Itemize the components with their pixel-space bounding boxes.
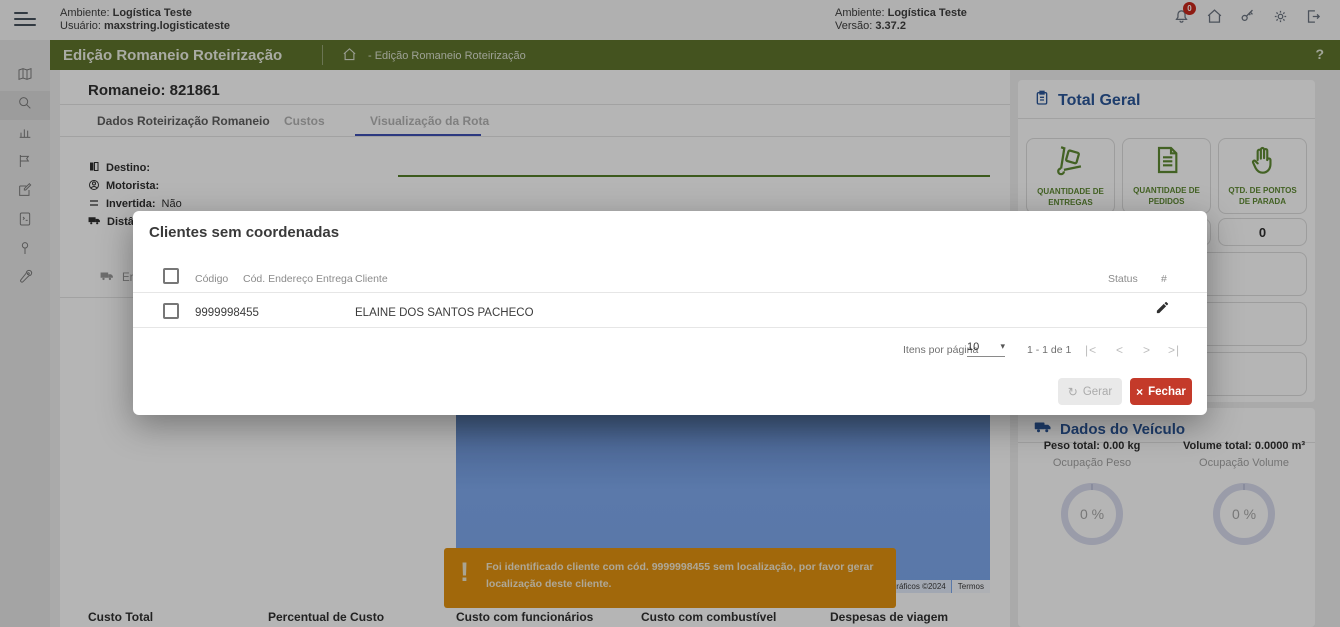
row-checkbox[interactable] [163, 303, 179, 319]
next-page-icon[interactable]: > [1143, 343, 1151, 357]
fechar-button[interactable]: × Fechar [1130, 378, 1192, 405]
gerar-label: Gerar [1082, 385, 1113, 398]
clientes-sem-coordenadas-modal: Clientes sem coordenadas Código Cód. End… [133, 211, 1207, 415]
cell-cliente: ELAINE DOS SANTOS PACHECO [355, 307, 534, 319]
cell-codigo: 9999998455 [195, 307, 259, 319]
column-status: Status [1108, 273, 1138, 285]
first-page-icon[interactable]: |< [1085, 343, 1097, 357]
fechar-label: Fechar [1148, 385, 1186, 398]
select-all-checkbox[interactable] [163, 268, 179, 284]
pagination-bar: Itens por página 10 ▾ 1 - 1 de 1 |< < > … [133, 338, 1207, 362]
close-icon: × [1136, 384, 1144, 399]
edit-pencil-icon[interactable] [1155, 300, 1170, 320]
last-page-icon[interactable]: >| [1168, 343, 1180, 357]
app-screen: Ambiente: Logística Teste Usuário: maxst… [0, 0, 1340, 627]
column-endereco-entrega: Cód. Endereço Entrega [243, 273, 353, 285]
gerar-button[interactable]: ↻ Gerar [1058, 378, 1122, 405]
items-per-page-select[interactable]: 10 ▾ [967, 341, 1005, 357]
column-cliente: Cliente [355, 273, 388, 285]
items-per-page-value: 10 [967, 341, 980, 353]
previous-page-icon[interactable]: < [1116, 343, 1124, 357]
refresh-icon: ↻ [1067, 384, 1078, 399]
column-codigo: Código [195, 273, 229, 285]
pagination-range: 1 - 1 de 1 [1027, 344, 1072, 356]
column-actions: # [1161, 273, 1167, 285]
modal-title: Clientes sem coordenadas [149, 224, 340, 241]
caret-down-icon: ▾ [1000, 341, 1005, 351]
